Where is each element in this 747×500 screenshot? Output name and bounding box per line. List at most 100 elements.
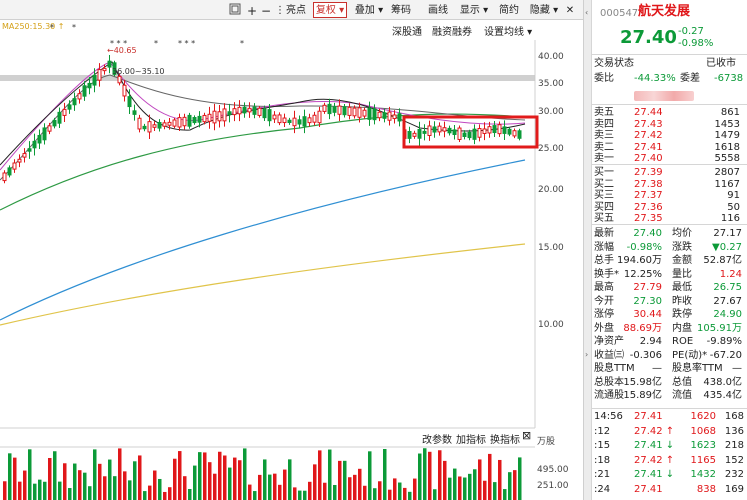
- candle-body: [412, 132, 417, 137]
- candle-body: [407, 130, 412, 139]
- candle-body: [367, 107, 372, 120]
- volume-bar: [158, 478, 162, 500]
- quote-row: 换手* 12.25% 量比 1.24: [594, 269, 746, 281]
- candle-body: [177, 117, 182, 128]
- toolbar-btn-overlay[interactable]: 叠加 ▾: [353, 2, 385, 18]
- chevron-left-icon[interactable]: ‹: [585, 8, 588, 17]
- order-volume: 861: [720, 107, 740, 118]
- current-price: 27.40: [620, 27, 677, 48]
- candle-body: [287, 119, 292, 124]
- quote-row: 外盘 88.69万 内盘 105.91万: [594, 323, 746, 335]
- volume-bar: [433, 489, 437, 500]
- close-indicator-icon[interactable]: ⊠: [522, 429, 531, 442]
- link-switch-indicator[interactable]: 换指标: [490, 431, 520, 446]
- close-icon[interactable]: ✕: [563, 2, 577, 18]
- link-add-indicator[interactable]: 加指标: [456, 431, 486, 446]
- tick-count: 168: [724, 411, 744, 422]
- volume-bar: [153, 470, 157, 500]
- order-volume: 1618: [714, 141, 740, 153]
- toolbar-btn-chips[interactable]: 筹码: [389, 2, 413, 18]
- volume-bar: [213, 473, 217, 500]
- trade-status-row: 交易状态 已收市: [594, 58, 746, 70]
- tick-count: 232: [724, 469, 744, 480]
- order-volume: 50: [727, 201, 740, 213]
- link-edit-params[interactable]: 改参数: [422, 431, 452, 446]
- volume-bar: [348, 477, 352, 500]
- order-price: 27.36: [634, 201, 663, 213]
- toolbar-btn-display[interactable]: 显示 ▾: [458, 2, 490, 18]
- volume-bar: [58, 481, 62, 500]
- candle-body: [52, 119, 57, 127]
- volume-bar: [498, 459, 502, 500]
- volume-bar: [183, 476, 187, 500]
- quote-row: 最高 27.79 最低 26.75: [594, 282, 746, 294]
- volume-bar: [33, 483, 37, 500]
- stat-label: 总值: [672, 376, 692, 388]
- chevron-right-icon[interactable]: ›: [585, 350, 588, 359]
- quote-row: 净资产 2.94 ROE -9.89%: [594, 336, 746, 348]
- candle-body: [267, 109, 272, 122]
- candle-body: [422, 130, 427, 134]
- order-label: 买四: [594, 201, 614, 213]
- order-price: 27.44: [634, 107, 663, 118]
- volume-bar: [263, 459, 267, 500]
- candle-body: [47, 125, 52, 132]
- layout-icon[interactable]: [228, 2, 242, 18]
- order-label: 买二: [594, 178, 614, 190]
- stat-value: 27.79: [633, 282, 662, 293]
- toolbar-btn-hide[interactable]: 隐藏 ▾: [528, 2, 560, 18]
- tick-time: 14:56: [594, 411, 623, 422]
- candle-body: [167, 121, 172, 126]
- quote-row: 卖四 27.43 1453: [594, 119, 746, 131]
- stat-label: 最高: [594, 282, 614, 293]
- candle-body: [347, 106, 352, 116]
- stat-value: 435.4亿: [703, 390, 742, 401]
- candle-body: [357, 107, 362, 118]
- stat-label: 收益㈢: [594, 349, 624, 361]
- candle-body: [172, 119, 177, 127]
- candle-body: [97, 69, 102, 81]
- tick-volume: 1068: [690, 425, 716, 437]
- volume-bar: [63, 463, 67, 500]
- candle-body: [342, 106, 347, 116]
- volume-bar: [448, 477, 452, 500]
- toolbar-btn-highlight[interactable]: 亮点: [284, 2, 308, 18]
- volume-bar: [233, 457, 237, 500]
- volume-bar: [513, 470, 517, 500]
- candle-body: [87, 82, 92, 89]
- volume-bar: [168, 487, 172, 500]
- quote-panel: ‹ › 000547 航天发展 27.40 -0.27 -0.98% 交易状态 …: [583, 0, 747, 500]
- quote-row: 涨幅 -0.98% 涨跌 ▼0.27: [594, 242, 746, 254]
- panel-collapse-strip[interactable]: ‹ ›: [584, 0, 592, 500]
- price-tick: 30.00: [538, 107, 564, 117]
- candle-body: [467, 131, 472, 139]
- tick-time: :21: [594, 469, 611, 480]
- volume-bar: [418, 453, 422, 500]
- candle-body: [247, 107, 252, 113]
- volume-bar: [313, 464, 317, 500]
- volume-bar: [173, 458, 177, 500]
- stat-value: 88.69万: [623, 322, 662, 334]
- zoom-out-icon[interactable]: −: [260, 2, 272, 18]
- candle-body: [487, 126, 492, 134]
- volume-bar: [123, 471, 127, 500]
- toolbar-btn-adjust[interactable]: 复权 ▾: [313, 2, 347, 18]
- quote-row: :24 27.41 838 169: [594, 484, 746, 496]
- candle-body: [437, 125, 442, 133]
- candle-body: [502, 126, 507, 134]
- volume-bar: [83, 472, 87, 500]
- volume-bar: [438, 450, 442, 500]
- volume-bar: [303, 490, 307, 500]
- candle-body: [442, 127, 447, 132]
- volume-bar: [338, 460, 342, 500]
- toolbar-btn-draw[interactable]: 画线: [426, 2, 450, 18]
- zoom-in-icon[interactable]: +: [246, 2, 258, 18]
- more-icon[interactable]: ⋮: [274, 2, 285, 18]
- candle-body: [457, 127, 462, 140]
- chart-toolbar: + − ⋮ 亮点 复权 ▾ 叠加 ▾ 筹码 画线 显示 ▾ 简约 隐藏 ▾ ✕: [0, 0, 583, 20]
- candle-body: [212, 110, 217, 124]
- volume-bar: [283, 469, 287, 500]
- volume-bar: [103, 476, 107, 500]
- candle-body: [77, 93, 82, 100]
- volume-bar: [488, 453, 492, 500]
